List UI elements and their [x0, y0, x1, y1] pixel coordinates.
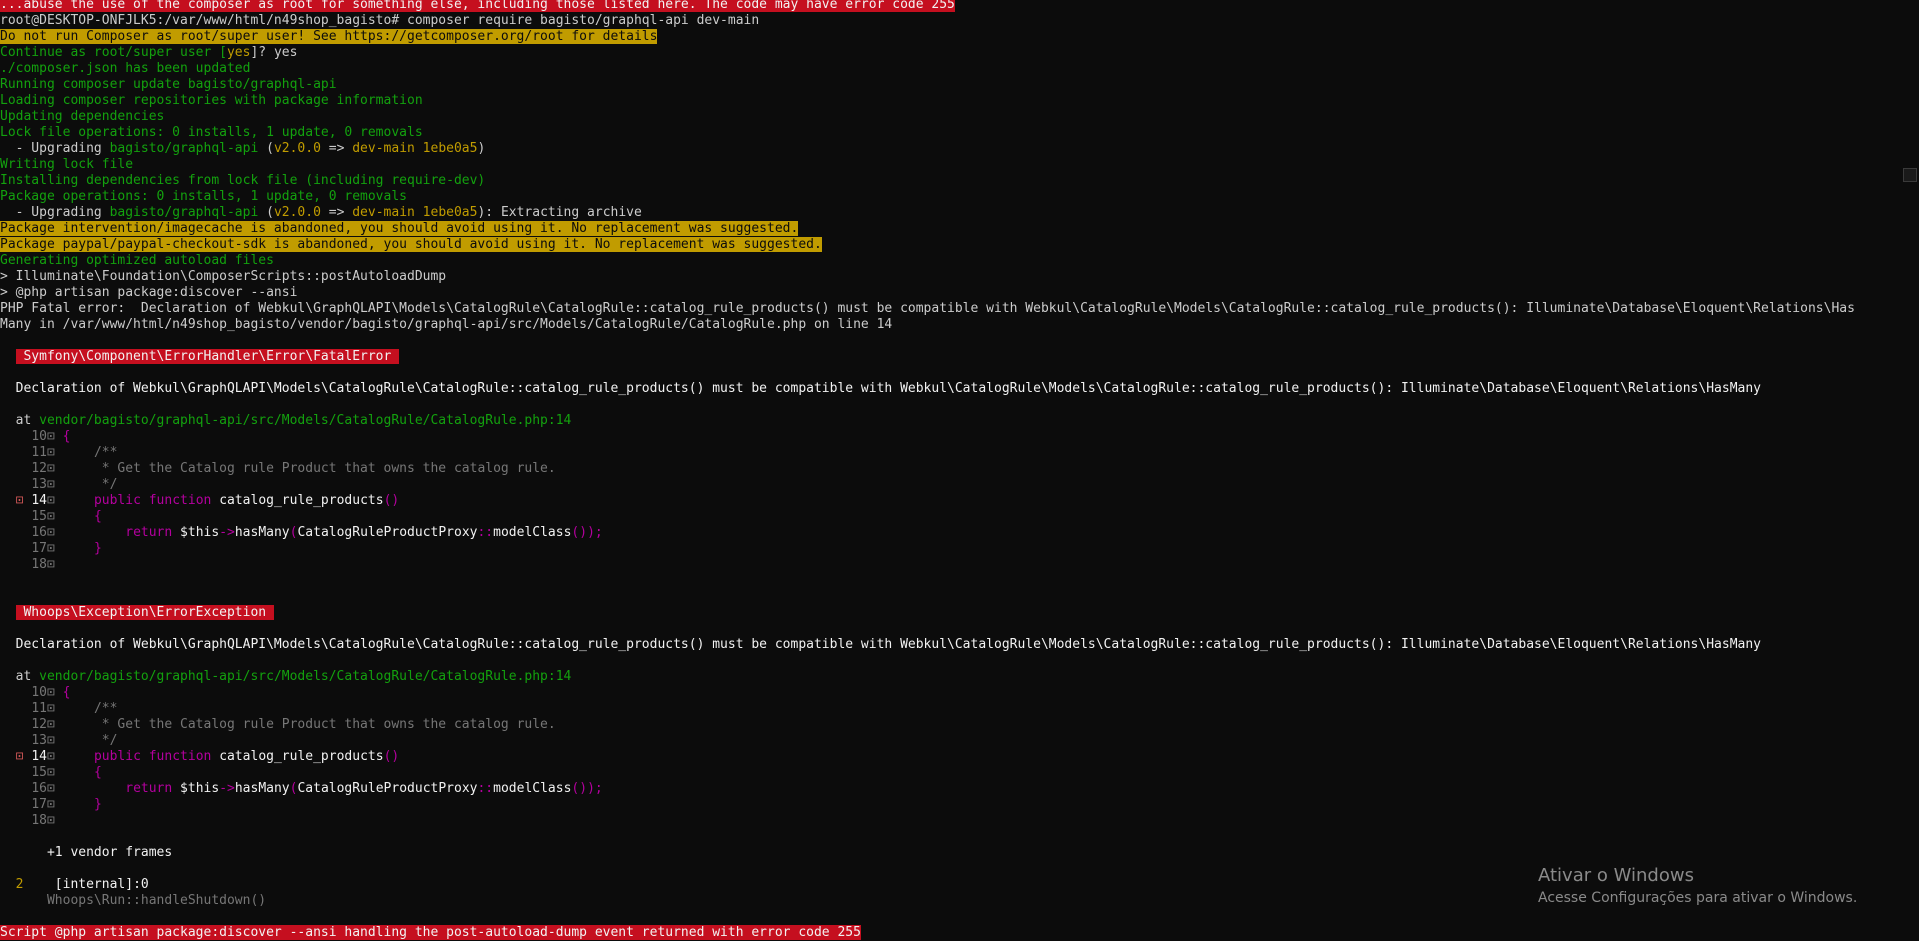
package-ops-line: Package operations: 0 installs, 1 update… — [0, 189, 407, 204]
composer-updated-line: ./composer.json has been updated — [0, 61, 251, 76]
source-line-10: 10⊡ { — [31, 429, 71, 444]
source-line-15: 15⊡ { — [31, 765, 102, 780]
watermark-title: Ativar o Windows — [1538, 865, 1694, 886]
generating-autoload-line: Generating optimized autoload files — [0, 253, 274, 268]
top-cutoff-line: ...abuse the use of the composer as root… — [0, 0, 1901, 13]
source-line-11: 11⊡ /** — [31, 445, 118, 460]
source-line-18: 18⊡ — [31, 557, 55, 572]
lock-ops-line: Lock file operations: 0 installs, 1 upda… — [0, 125, 423, 140]
scrollbar-thumb[interactable] — [1903, 168, 1917, 182]
writing-lock-line: Writing lock file — [0, 157, 134, 172]
running-update-line: Running composer update bagisto/graphql-… — [0, 77, 337, 92]
exception-badge-whoops: Whoops\Exception\ErrorException — [15, 605, 274, 620]
root-warning: Do not run Composer as root/super user! … — [0, 29, 658, 44]
exception-message: Declaration of Webkul\GraphQLAPI\Models\… — [0, 381, 1761, 396]
source-line-15: 15⊡ { — [31, 509, 102, 524]
abandoned-warning-2: Package paypal/paypal-checkout-sdk is ab… — [0, 237, 822, 252]
source-line-11: 11⊡ /** — [31, 701, 118, 716]
windows-activation-watermark: Ativar o Windows Acesse Configurações pa… — [1538, 864, 1857, 908]
source-line-12: 12⊡ * Get the Catalog rule Product that … — [31, 461, 556, 476]
terminal-output[interactable]: ...abuse the use of the composer as root… — [0, 0, 1901, 941]
continue-prompt: Continue as root/super user [yes]? yes — [0, 45, 298, 60]
source-line-13: 13⊡ */ — [31, 477, 118, 492]
source-line-17: 17⊡ } — [31, 797, 102, 812]
source-line-13: 13⊡ */ — [31, 733, 118, 748]
upgrading-line-2: - Upgrading bagisto/graphql-api (v2.0.0 … — [0, 205, 642, 220]
exception-location: at vendor/bagisto/graphql-api/src/Models… — [0, 413, 572, 428]
updating-deps-line: Updating dependencies — [0, 109, 165, 124]
error-marker-icon: ⊡ — [15, 749, 24, 764]
source-line-14: ⊡ 14⊡ public function catalog_rule_produ… — [15, 493, 400, 508]
loading-repos-line: Loading composer repositories with packa… — [0, 93, 423, 108]
final-error-line: Script @php artisan package:discover --a… — [0, 925, 861, 940]
abandoned-warning-1: Package intervention/imagecache is aband… — [0, 221, 799, 236]
source-line-10: 10⊡ { — [31, 685, 71, 700]
upgrading-line-1: - Upgrading bagisto/graphql-api (v2.0.0 … — [0, 141, 486, 156]
source-line-18: 18⊡ — [31, 813, 55, 828]
post-autoload-line: > Illuminate\Foundation\ComposerScripts:… — [0, 269, 447, 284]
terminal-scrollbar[interactable] — [1901, 0, 1919, 935]
vendor-frames-line: +1 vendor frames — [0, 845, 173, 860]
source-line-12: 12⊡ * Get the Catalog rule Product that … — [31, 717, 556, 732]
source-line-14: ⊡ 14⊡ public function catalog_rule_produ… — [15, 749, 400, 764]
fatal-error-line-2: Many in /var/www/html/n49shop_bagisto/ve… — [0, 317, 893, 332]
package-discover-line: > @php artisan package:discover --ansi — [0, 285, 298, 300]
source-line-16: 16⊡ return $this->hasMany(CatalogRulePro… — [31, 525, 603, 540]
watermark-subtitle: Acesse Configurações para ativar o Windo… — [1538, 890, 1858, 906]
error-marker-icon: ⊡ — [15, 493, 24, 508]
exception-badge-fatal: Symfony\Component\ErrorHandler\Error\Fat… — [15, 349, 400, 364]
exception-location: at vendor/bagisto/graphql-api/src/Models… — [0, 669, 572, 684]
fatal-error-line-1: PHP Fatal error: Declaration of Webkul\G… — [0, 301, 1855, 316]
exception-message: Declaration of Webkul\GraphQLAPI\Models\… — [0, 637, 1761, 652]
installing-deps-line: Installing dependencies from lock file (… — [0, 173, 486, 188]
source-line-16: 16⊡ return $this->hasMany(CatalogRulePro… — [31, 781, 603, 796]
source-line-17: 17⊡ } — [31, 541, 102, 556]
command-prompt: root@DESKTOP-ONFJLK5:/var/www/html/n49sh… — [0, 13, 760, 28]
